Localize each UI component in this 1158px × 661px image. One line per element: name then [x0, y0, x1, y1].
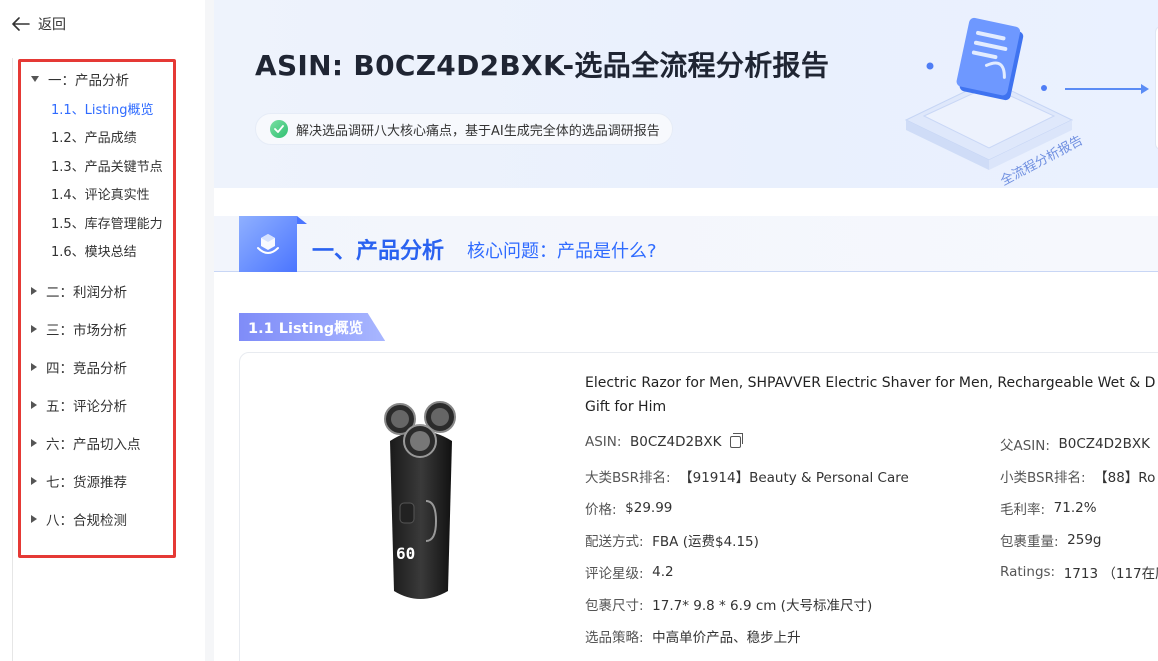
field-label: 包裹尺寸: [585, 598, 644, 614]
field-package-weight: 包裹重量: 259g [1000, 530, 1102, 550]
product-title: Electric Razor for Men, SHPAVVER Electri… [585, 371, 1158, 419]
banner-subtitle-pill: 解决选品调研八大核心痛点，基于AI生成完全体的选品调研报告 [255, 113, 673, 145]
listing-card: 60 Electric Razor for Men, SHPAVVER Elec… [239, 352, 1158, 661]
toc-group-competitor-analysis[interactable]: 四：竞品分析 [31, 357, 127, 377]
back-label: 返回 [38, 17, 66, 33]
field-value: 17.7* 9.8 * 6.9 cm (大号标准尺寸) [652, 598, 873, 614]
product-box-icon [239, 216, 307, 272]
field-value: 259g [1067, 532, 1102, 548]
caret-right-icon [31, 439, 37, 447]
field-value: B0CZ4D2BXK [1058, 436, 1150, 452]
product-title-line2: Gift for Him [585, 399, 667, 415]
banner-subtitle: 解决选品调研八大核心痛点，基于AI生成完全体的选品调研报告 [296, 123, 660, 139]
subsection-tag: 1.1 Listing概览 [239, 313, 386, 341]
field-asin: ASIN: B0CZ4D2BXK [585, 433, 743, 450]
field-value: 【88】Ro [1094, 470, 1156, 486]
field-label: 父ASIN: [1000, 438, 1050, 454]
tree-line [12, 58, 13, 661]
check-circle-icon [270, 120, 288, 138]
field-value: 中高单价产品、稳步上升 [652, 630, 801, 646]
toc-group-market-analysis[interactable]: 三：市场分析 [31, 319, 127, 339]
shaver-display-reading: 60 [396, 544, 415, 563]
toc-group-label: 五：评论分析 [46, 399, 127, 415]
product-title-line1: Electric Razor for Men, SHPAVVER Electri… [585, 375, 1156, 391]
sidebar: 返回 一：产品分析 1.1、Listing概览 1.2、产品成绩 1.3、产品关… [0, 0, 214, 661]
field-label: Ratings: [1000, 564, 1056, 580]
caret-right-icon [31, 515, 37, 523]
toc-item-key-milestones[interactable]: 1.3、产品关键节点 [51, 156, 163, 175]
arrow-left-icon [12, 17, 30, 31]
banner-arrow-icon [1065, 84, 1149, 94]
field-label: 选品策略: [585, 630, 644, 646]
toc-group-profit-analysis[interactable]: 二：利润分析 [31, 281, 127, 301]
page-title: ASIN: B0CZ4D2BXK-选品全流程分析报告 [255, 49, 830, 82]
field-value: 4.2 [652, 564, 674, 580]
field-value: B0CZ4D2BXK [630, 434, 722, 450]
field-label: 小类BSR排名: [1000, 470, 1086, 486]
toc-group-entry-point[interactable]: 六：产品切入点 [31, 433, 141, 453]
toc-item-review-authenticity[interactable]: 1.4、评论真实性 [51, 184, 150, 203]
toc-item-inventory-management[interactable]: 1.5、库存管理能力 [51, 213, 163, 232]
toc-group-label: 二：利润分析 [46, 285, 127, 301]
caret-right-icon [31, 401, 37, 409]
field-package-size: 包裹尺寸: 17.7* 9.8 * 6.9 cm (大号标准尺寸) [585, 594, 872, 614]
caret-right-icon [31, 287, 37, 295]
toc-group-sourcing[interactable]: 七：货源推荐 [31, 471, 127, 491]
report-illustration-icon: 全流程分析报告 [904, 17, 1086, 186]
field-label: 包裹重量: [1000, 534, 1059, 550]
back-button[interactable]: 返回 [12, 14, 66, 34]
toc-item-module-summary[interactable]: 1.6、模块总结 [51, 241, 137, 260]
caret-right-icon [31, 477, 37, 485]
toc-item-product-performance[interactable]: 1.2、产品成绩 [51, 127, 137, 146]
caret-right-icon [31, 325, 37, 333]
toc-group-review-analysis[interactable]: 五：评论分析 [31, 395, 127, 415]
toc-group-product-analysis[interactable]: 一：产品分析 [31, 69, 129, 89]
field-value: 【91914】Beauty & Personal Care [679, 470, 909, 486]
toc-item-listing-overview[interactable]: 1.1、Listing概览 [51, 99, 154, 118]
field-label: ASIN: [585, 434, 622, 450]
section-question: 核心问题：产品是什么? [467, 241, 657, 262]
field-label: 价格: [585, 502, 617, 518]
field-bsr-sub: 小类BSR排名: 【88】Ro [1000, 466, 1155, 486]
field-rating: 评论星级: 4.2 [585, 562, 674, 582]
field-ratings: Ratings: 1713 （117在库 [1000, 562, 1158, 582]
toc-group-label: 八：合规检测 [46, 513, 127, 529]
field-label: 配送方式: [585, 534, 644, 550]
table-of-contents: 一：产品分析 1.1、Listing概览 1.2、产品成绩 1.3、产品关键节点… [18, 59, 176, 558]
field-value: 1713 （117在库 [1063, 566, 1158, 582]
sidebar-divider [205, 0, 214, 661]
toc-group-label: 一：产品分析 [48, 73, 129, 89]
field-gross-margin: 毛利率: 71.2% [1000, 498, 1097, 518]
toc-group-label: 六：产品切入点 [46, 437, 141, 453]
toc-group-label: 四：竞品分析 [46, 361, 127, 377]
field-label: 大类BSR排名: [585, 470, 671, 486]
product-image: 60 [384, 401, 456, 599]
field-value: FBA (运费$4.15) [652, 534, 759, 550]
report-banner: ASIN: B0CZ4D2BXK-选品全流程分析报告 解决选品调研八大核心痛点，… [214, 0, 1158, 188]
field-value: 71.2% [1053, 500, 1097, 516]
toc-group-label: 三：市场分析 [46, 323, 127, 339]
field-parent-asin: 父ASIN: B0CZ4D2BXK [1000, 434, 1158, 454]
field-label: 毛利率: [1000, 502, 1046, 518]
section-title: 一、产品分析 [312, 239, 445, 264]
field-label: 评论星级: [585, 566, 644, 582]
field-value: $29.99 [625, 500, 673, 516]
toc-group-compliance[interactable]: 八：合规检测 [31, 509, 127, 529]
field-price: 价格: $29.99 [585, 498, 672, 518]
caret-right-icon [31, 363, 37, 371]
field-strategy: 选品策略: 中高单价产品、稳步上升 [585, 626, 801, 646]
field-fulfillment: 配送方式: FBA (运费$4.15) [585, 530, 759, 550]
caret-down-icon [31, 76, 39, 82]
toc-group-label: 七：货源推荐 [46, 475, 127, 491]
field-bsr-main: 大类BSR排名: 【91914】Beauty & Personal Care [585, 466, 909, 486]
copy-icon[interactable] [729, 433, 743, 448]
